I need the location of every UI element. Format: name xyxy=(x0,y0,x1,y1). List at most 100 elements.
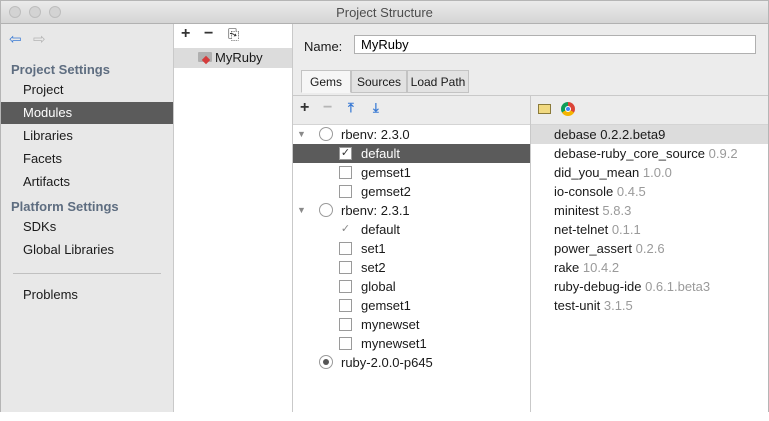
window-title: Project Structure xyxy=(336,5,433,20)
sdk-radio[interactable] xyxy=(319,355,333,369)
gemset-label: default xyxy=(361,146,401,161)
gemset-checkbox[interactable] xyxy=(339,299,352,312)
gemset-label: mynewset1 xyxy=(361,336,427,351)
gem-name: debase-ruby_core_source xyxy=(554,146,709,161)
gem-row[interactable]: debase 0.2.2.beta9 xyxy=(531,125,768,144)
sdk-toolbar: + − ⤒ ⤓ xyxy=(293,96,530,125)
gemset-label: mynewset xyxy=(361,317,420,332)
sdk-radio[interactable] xyxy=(319,203,333,217)
gemset-label: gemset2 xyxy=(361,184,411,199)
gem-row[interactable]: net-telnet 0.1.1 xyxy=(531,220,768,239)
sdk-label: ruby-2.0.0-p645 xyxy=(341,355,433,370)
module-name-input[interactable] xyxy=(354,35,756,54)
gem-name: debase xyxy=(554,127,601,142)
gemset-row[interactable]: set2 xyxy=(293,258,530,277)
gemset-checkbox[interactable] xyxy=(339,166,352,179)
tab-gems[interactable]: Gems xyxy=(301,70,351,93)
gemset-label: gemset1 xyxy=(361,165,411,180)
forward-arrow-icon[interactable]: ⇨ xyxy=(33,30,46,48)
tab-load-path[interactable]: Load Path xyxy=(407,70,469,93)
gem-version: 0.1.1 xyxy=(611,222,641,237)
gem-version: 3.1.5 xyxy=(603,298,633,313)
back-arrow-icon[interactable]: ⇦ xyxy=(9,30,22,48)
gemset-row[interactable]: gemset2 xyxy=(293,182,530,201)
gem-version: 0.4.5 xyxy=(616,184,646,199)
gemset-row[interactable]: gemset1 xyxy=(293,163,530,182)
name-label: Name: xyxy=(304,39,343,54)
plus-icon[interactable]: + xyxy=(300,99,309,117)
gemset-checkbox[interactable] xyxy=(339,337,352,350)
sdk-label: rbenv: 2.3.0 xyxy=(341,127,410,142)
gem-name: net-telnet xyxy=(554,222,612,237)
gem-version: 1.0.0 xyxy=(642,165,672,180)
sdk-radio[interactable] xyxy=(319,127,333,141)
section-platform-settings: Platform Settings xyxy=(11,199,119,214)
gemset-row[interactable]: mynewset xyxy=(293,315,530,334)
gem-row[interactable]: ruby-debug-ide 0.6.1.beta3 xyxy=(531,277,768,296)
gemset-row[interactable]: ✓ default xyxy=(293,220,530,239)
settings-sidebar: ⇦ ⇨ Project Settings Project Modules Lib… xyxy=(1,24,174,413)
gemset-label: global xyxy=(361,279,396,294)
sidebar-separator xyxy=(13,273,161,274)
gem-row[interactable]: minitest 5.8.3 xyxy=(531,201,768,220)
minus-icon[interactable]: − xyxy=(204,25,213,43)
gemset-label: set1 xyxy=(361,241,386,256)
plus-icon[interactable]: + xyxy=(181,25,190,43)
gem-version: 0.9.2 xyxy=(708,146,738,161)
sdk-row[interactable]: ▼ rbenv: 2.3.0 xyxy=(293,125,530,144)
gemset-checkbox[interactable]: ✓ xyxy=(339,147,352,160)
project-structure-window: Project Structure ⇦ ⇨ Project Settings P… xyxy=(0,0,769,414)
sidebar-item-artifacts[interactable]: Artifacts xyxy=(1,171,173,193)
gem-name: power_assert xyxy=(554,241,636,256)
sidebar-item-project[interactable]: Project xyxy=(1,79,173,101)
gem-row[interactable]: rake 10.4.2 xyxy=(531,258,768,277)
gem-row[interactable]: did_you_mean 1.0.0 xyxy=(531,163,768,182)
gem-name: rake xyxy=(554,260,583,275)
collapse-all-icon[interactable]: ⤓ xyxy=(373,100,379,116)
sdk-row[interactable]: ▼ rbenv: 2.3.1 xyxy=(293,201,530,220)
gem-name: io-console xyxy=(554,184,617,199)
sidebar-item-modules[interactable]: Modules xyxy=(1,102,173,124)
tab-sources[interactable]: Sources xyxy=(351,70,407,93)
gemset-row[interactable]: mynewset1 xyxy=(293,334,530,353)
gem-row[interactable]: test-unit 3.1.5 xyxy=(531,296,768,315)
torn-edge xyxy=(0,412,769,421)
sidebar-item-facets[interactable]: Facets xyxy=(1,148,173,170)
sidebar-item-global-libraries[interactable]: Global Libraries xyxy=(1,239,173,261)
gemset-label: gemset1 xyxy=(361,298,411,313)
gems-panel: + − ⤒ ⤓ ▼ rbenv: 2.3.0 ✓ default gemset1 gems… xyxy=(293,95,768,413)
gemset-checkbox[interactable]: ✓ xyxy=(339,223,352,236)
gemset-row[interactable]: ✓ default xyxy=(293,144,530,163)
gem-row[interactable]: power_assert 0.2.6 xyxy=(531,239,768,258)
gemset-checkbox[interactable] xyxy=(339,280,352,293)
expand-triangle-icon[interactable]: ▼ xyxy=(297,201,306,220)
sidebar-item-libraries[interactable]: Libraries xyxy=(1,125,173,147)
module-detail: Name: Gems Sources Load Path + − ⤒ ⤓ ▼ rb… xyxy=(293,24,768,413)
gemset-checkbox[interactable] xyxy=(339,185,352,198)
gemset-checkbox[interactable] xyxy=(339,242,352,255)
expand-triangle-icon[interactable]: ▼ xyxy=(297,125,306,144)
gemset-row[interactable]: gemset1 xyxy=(293,296,530,315)
sidebar-item-problems[interactable]: Problems xyxy=(1,284,173,306)
gemset-checkbox[interactable] xyxy=(339,318,352,331)
module-row-myruby[interactable]: MyRuby xyxy=(174,48,292,68)
gemset-row[interactable]: global xyxy=(293,277,530,296)
sdk-row[interactable]: ruby-2.0.0-p645 xyxy=(293,353,530,372)
minus-icon[interactable]: − xyxy=(323,99,332,117)
gem-row[interactable]: io-console 0.4.5 xyxy=(531,182,768,201)
folder-icon[interactable] xyxy=(538,104,551,114)
gem-name: did_you_mean xyxy=(554,165,643,180)
gemset-label: set2 xyxy=(361,260,386,275)
expand-all-icon[interactable]: ⤒ xyxy=(348,100,354,116)
sidebar-item-sdks[interactable]: SDKs xyxy=(1,216,173,238)
gem-row[interactable]: debase-ruby_core_source 0.9.2 xyxy=(531,144,768,163)
gem-version: 0.2.2.beta9 xyxy=(600,127,666,142)
chrome-icon[interactable] xyxy=(561,102,575,116)
gemset-checkbox[interactable] xyxy=(339,261,352,274)
gemset-row[interactable]: set1 xyxy=(293,239,530,258)
sdk-label: rbenv: 2.3.1 xyxy=(341,203,410,218)
modules-panel: + − ⎘ MyRuby xyxy=(174,24,293,413)
gem-version: 10.4.2 xyxy=(582,260,620,275)
gem-version: 0.2.6 xyxy=(635,241,665,256)
copy-icon[interactable]: ⎘ xyxy=(228,26,239,43)
